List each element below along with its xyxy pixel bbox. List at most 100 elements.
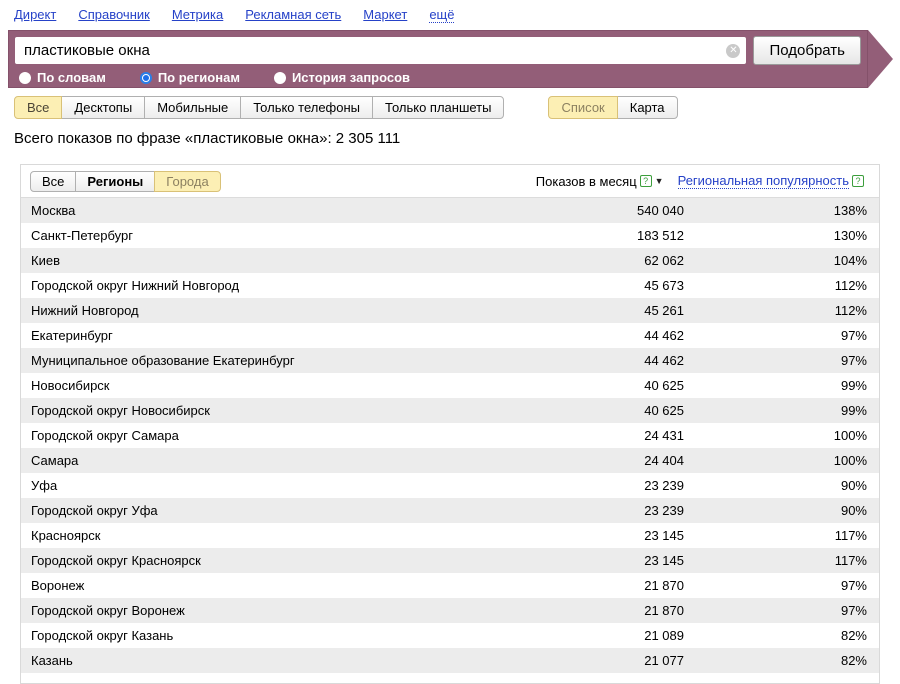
region-name-cell: Самара: [31, 453, 584, 468]
region-name-cell: Городской округ Воронеж: [31, 603, 584, 618]
tab-только-телефоны[interactable]: Только телефоны: [240, 96, 373, 119]
region-name-cell: Городской округ Самара: [31, 428, 584, 443]
popularity-cell: 117%: [684, 528, 867, 543]
table-row: Городской округ Воронеж21 87097%: [21, 598, 879, 623]
popularity-cell: 99%: [684, 378, 867, 393]
popularity-cell: 97%: [684, 328, 867, 343]
table-row: Екатеринбург44 46297%: [21, 323, 879, 348]
impressions-cell: 21 870: [584, 603, 684, 618]
tab-города[interactable]: Города: [154, 171, 220, 192]
table-row: Городской округ Красноярск23 145117%: [21, 548, 879, 573]
table-row: Красноярск23 145117%: [21, 523, 879, 548]
impressions-cell: 23 239: [584, 503, 684, 518]
region-name-cell: Городской округ Нижний Новгород: [31, 278, 584, 293]
impressions-cell: 40 625: [584, 403, 684, 418]
popularity-cell: 97%: [684, 578, 867, 593]
table-row: Новосибирск40 62599%: [21, 373, 879, 398]
region-name-cell: Уфа: [31, 478, 584, 493]
impressions-cell: 23 145: [584, 553, 684, 568]
popularity-cell: 138%: [684, 203, 867, 218]
mode-label: История запросов: [292, 70, 410, 85]
popularity-cell: 104%: [684, 253, 867, 268]
tab-только-планшеты[interactable]: Только планшеты: [372, 96, 504, 119]
popularity-cell: 90%: [684, 478, 867, 493]
popularity-cell: 112%: [684, 303, 867, 318]
search-modes: По словам По регионам История запросов: [9, 68, 867, 87]
popularity-cell: 97%: [684, 353, 867, 368]
impressions-cell: 62 062: [584, 253, 684, 268]
region-name-cell: Москва: [31, 203, 584, 218]
popularity-cell: 117%: [684, 553, 867, 568]
popularity-cell: 90%: [684, 503, 867, 518]
impressions-cell: 183 512: [584, 228, 684, 243]
table-row: Киев62 062104%: [21, 248, 879, 273]
table-row: Уфа23 23990%: [21, 473, 879, 498]
search-input[interactable]: [15, 37, 746, 64]
sort-desc-icon[interactable]: ▼: [655, 176, 664, 186]
table-row: Воронеж21 87097%: [21, 573, 879, 598]
table-row: Городской округ Казань21 08982%: [21, 623, 879, 648]
region-name-cell: Городской округ Красноярск: [31, 553, 584, 568]
radio-icon[interactable]: [19, 72, 31, 84]
region-name-cell: Казань: [31, 653, 584, 668]
search-panel: ✕ Подобрать По словамПо регионамИстория …: [8, 30, 868, 88]
tab-регионы[interactable]: Регионы: [75, 171, 155, 192]
submit-button[interactable]: Подобрать: [753, 36, 861, 65]
mode-option[interactable]: История запросов: [274, 70, 410, 85]
nav-more-link[interactable]: ещё: [429, 7, 454, 23]
region-name-cell: Нижний Новгород: [31, 303, 584, 318]
region-name-cell: Воронеж: [31, 578, 584, 593]
popularity-cell: 112%: [684, 278, 867, 293]
nav-link-3[interactable]: Метрика: [172, 7, 223, 23]
region-name-cell: Екатеринбург: [31, 328, 584, 343]
popularity-cell: 130%: [684, 228, 867, 243]
table-body: Москва540 040138%Санкт-Петербург183 5121…: [21, 198, 879, 673]
tab-десктопы[interactable]: Десктопы: [61, 96, 145, 119]
impressions-cell: 24 431: [584, 428, 684, 443]
impressions-cell: 21 089: [584, 628, 684, 643]
table-row: Нижний Новгород45 261112%: [21, 298, 879, 323]
nav-link-1[interactable]: Директ: [14, 7, 56, 23]
mode-option[interactable]: По регионам: [140, 70, 240, 85]
table-row: Самара24 404100%: [21, 448, 879, 473]
tab-мобильные[interactable]: Мобильные: [144, 96, 241, 119]
nav-link-5[interactable]: Маркет: [363, 7, 407, 23]
popularity-cell: 100%: [684, 453, 867, 468]
radio-selected-icon[interactable]: [140, 72, 152, 84]
total-impressions-summary: Всего показов по фразе «пластиковые окна…: [14, 130, 400, 147]
nav-link-2[interactable]: Справочник: [78, 7, 150, 23]
region-name-cell: Городской округ Новосибирск: [31, 403, 584, 418]
impressions-cell: 21 870: [584, 578, 684, 593]
mode-option[interactable]: По словам: [19, 70, 106, 85]
impressions-cell: 40 625: [584, 378, 684, 393]
table-row: Городской округ Новосибирск40 62599%: [21, 398, 879, 423]
impressions-cell: 44 462: [584, 353, 684, 368]
tab-карта[interactable]: Карта: [617, 96, 678, 119]
region-name-cell: Новосибирск: [31, 378, 584, 393]
impressions-cell: 540 040: [584, 203, 684, 218]
tab-все[interactable]: Все: [14, 96, 62, 119]
help-icon[interactable]: ?: [640, 175, 652, 187]
impressions-cell: 23 239: [584, 478, 684, 493]
region-name-cell: Киев: [31, 253, 584, 268]
popularity-cell: 82%: [684, 628, 867, 643]
radio-icon[interactable]: [274, 72, 286, 84]
regions-table: ВсеРегионыГорода Показов в месяц ? ▼ Рег…: [20, 164, 880, 684]
impressions-cell: 44 462: [584, 328, 684, 343]
region-name-cell: Городской округ Казань: [31, 628, 584, 643]
tab-список[interactable]: Список: [548, 96, 617, 119]
popularity-column-header[interactable]: Региональная популярность: [678, 173, 849, 189]
mode-label: По словам: [37, 70, 106, 85]
impressions-column-header[interactable]: Показов в месяц: [536, 174, 637, 189]
help-icon[interactable]: ?: [852, 175, 864, 187]
tab-все[interactable]: Все: [30, 171, 76, 192]
impressions-cell: 23 145: [584, 528, 684, 543]
region-name-cell: Городской округ Уфа: [31, 503, 584, 518]
nav-link-4[interactable]: Рекламная сеть: [245, 7, 341, 23]
region-name-cell: Муниципальное образование Екатеринбург: [31, 353, 584, 368]
popularity-cell: 99%: [684, 403, 867, 418]
top-nav: Директ Справочник Метрика Рекламная сеть Мар…: [0, 0, 900, 23]
impressions-cell: 24 404: [584, 453, 684, 468]
table-row: Казань21 07782%: [21, 648, 879, 673]
table-row: Городской округ Уфа23 23990%: [21, 498, 879, 523]
